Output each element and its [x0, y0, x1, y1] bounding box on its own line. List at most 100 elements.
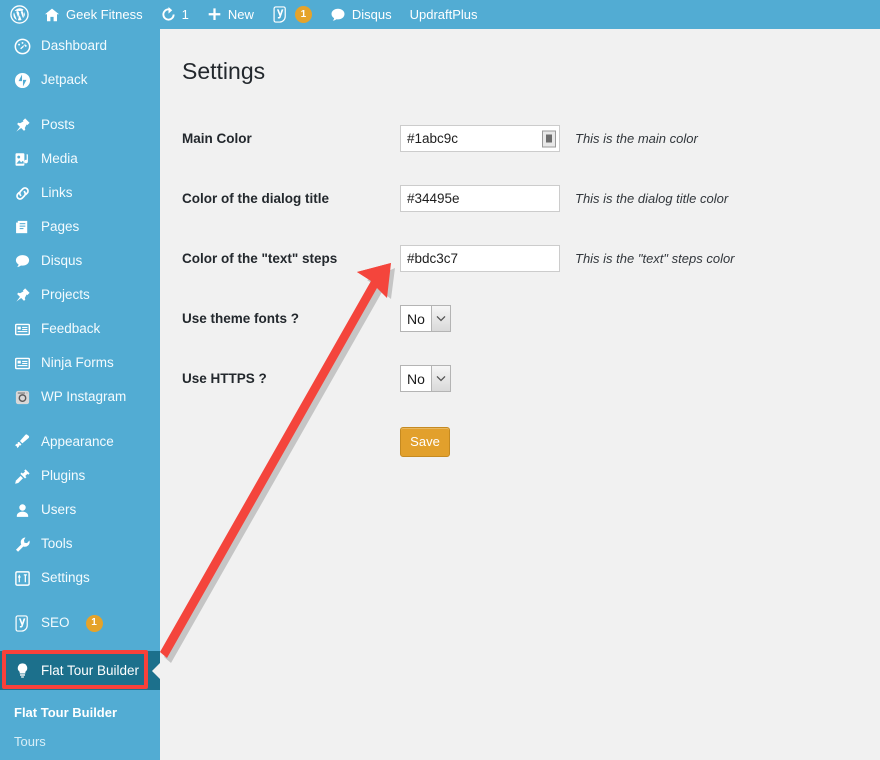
brush-icon [12, 434, 32, 451]
plus-icon [207, 7, 222, 22]
settings-row-dialog-title-color: Color of the dialog title This is the di… [182, 169, 832, 229]
chevron-down-icon[interactable] [431, 306, 450, 331]
dialog-title-color-input[interactable] [400, 185, 560, 212]
sidebar-item-posts[interactable]: Posts [0, 108, 160, 142]
text-steps-color-field-wrap [400, 245, 560, 272]
main-content: Settings Main Color This is the main col… [160, 29, 880, 760]
save-button[interactable]: Save [400, 427, 450, 457]
sidebar-item-label: Plugins [41, 469, 85, 483]
sidebar-item-dashboard[interactable]: Dashboard [0, 29, 160, 63]
field-helper-text [575, 289, 832, 349]
sidebar-item-label: Pages [41, 220, 79, 234]
sidebar-item-label: Appearance [41, 435, 114, 449]
submenu-item-flat-tour-builder[interactable]: Flat Tour Builder [12, 698, 160, 727]
comment-icon [12, 253, 32, 270]
adminbar-yoast-badge: 1 [295, 6, 312, 23]
sidebar-item-jetpack[interactable]: Jetpack [0, 63, 160, 97]
field-label: Use HTTPS ? [182, 349, 400, 409]
adminbar-updates-count: 1 [182, 8, 189, 21]
sidebar-item-users[interactable]: Users [0, 493, 160, 527]
pages-icon [12, 219, 32, 236]
submenu-item-tours[interactable]: Tours [12, 727, 160, 756]
pin-icon [12, 117, 32, 134]
sidebar-separator [0, 414, 160, 425]
chevron-down-icon[interactable] [431, 366, 450, 391]
sidebar-item-seo[interactable]: SEO 1 [0, 606, 160, 640]
submenu-item-label: Tours [14, 734, 46, 749]
media-icon [12, 151, 32, 168]
user-icon [12, 502, 32, 519]
sidebar-item-label: Tools [41, 537, 73, 551]
adminbar-item-yoast-seo[interactable]: 1 [263, 0, 321, 29]
sidebar-item-links[interactable]: Links [0, 176, 160, 210]
sidebar-item-pages[interactable]: Pages [0, 210, 160, 244]
use-theme-fonts-select[interactable]: No [400, 305, 451, 332]
adminbar-new-label: New [228, 8, 254, 21]
sidebar-item-label: SEO [41, 616, 70, 630]
page-title: Settings [160, 29, 880, 87]
lightbulb-icon [12, 662, 32, 679]
comment-icon [330, 7, 346, 23]
field-helper-text: This is the "text" steps color [575, 229, 832, 289]
main-color-field-wrap [400, 125, 560, 152]
flyout-arrow-icon [152, 662, 161, 680]
sidebar-item-wp-instagram[interactable]: WP Instagram [0, 380, 160, 414]
settings-row-use-theme-fonts: Use theme fonts ? No [182, 289, 832, 349]
use-https-select[interactable]: No [400, 365, 451, 392]
sidebar-item-flat-tour-builder[interactable]: Flat Tour Builder [0, 651, 160, 690]
updates-icon [161, 7, 176, 22]
settings-row-main-color: Main Color This is the main color [182, 109, 832, 169]
color-picker-icon[interactable] [542, 130, 556, 147]
adminbar-item-site-name[interactable]: Geek Fitness [35, 0, 152, 29]
sidebar-item-media[interactable]: Media [0, 142, 160, 176]
sidebar-item-label: Projects [41, 288, 90, 302]
field-label: Use theme fonts ? [182, 289, 400, 349]
sidebar-item-disqus[interactable]: Disqus [0, 244, 160, 278]
field-helper-text [575, 349, 832, 409]
adminbar-item-updraftplus[interactable]: UpdraftPlus [401, 0, 487, 29]
dashboard-icon [12, 38, 32, 55]
adminbar-item-wp-logo[interactable] [0, 0, 35, 29]
sidebar-item-tools[interactable]: Tools [0, 527, 160, 561]
home-icon [44, 7, 60, 23]
sidebar-item-projects[interactable]: Projects [0, 278, 160, 312]
sidebar-item-plugins[interactable]: Plugins [0, 459, 160, 493]
wrench-icon [12, 536, 32, 553]
sidebar-item-label: Media [41, 152, 78, 166]
settings-icon [12, 570, 32, 587]
link-icon [12, 185, 32, 202]
admin-sidebar: Dashboard Jetpack Posts Media Links Page… [0, 29, 160, 760]
wordpress-icon [10, 5, 29, 24]
sidebar-item-label: Disqus [41, 254, 82, 268]
sidebar-separator [0, 640, 160, 651]
main-color-input[interactable] [400, 125, 560, 152]
adminbar-item-new-content[interactable]: New [198, 0, 263, 29]
sidebar-item-label: Jetpack [41, 73, 88, 87]
adminbar-item-disqus[interactable]: Disqus [321, 0, 401, 29]
feedback-icon [12, 321, 32, 338]
instagram-icon [12, 389, 32, 406]
sidebar-item-ninja-forms[interactable]: Ninja Forms [0, 346, 160, 380]
sidebar-item-settings[interactable]: Settings [0, 561, 160, 595]
sidebar-item-feedback[interactable]: Feedback [0, 312, 160, 346]
sidebar-item-appearance[interactable]: Appearance [0, 425, 160, 459]
text-steps-color-input[interactable] [400, 245, 560, 272]
sidebar-item-label: Dashboard [41, 39, 107, 53]
forms-icon [12, 355, 32, 372]
sidebar-separator [0, 97, 160, 108]
sidebar-item-label: Feedback [41, 322, 100, 336]
sidebar-item-label: Users [41, 503, 76, 517]
sidebar-separator [0, 595, 160, 606]
settings-row-text-steps-color: Color of the "text" steps This is the "t… [182, 229, 832, 289]
settings-row-use-https: Use HTTPS ? No [182, 349, 832, 409]
adminbar-updraftplus-label: UpdraftPlus [410, 8, 478, 21]
sidebar-item-label: Links [41, 186, 73, 200]
yoast-icon [272, 6, 289, 23]
sidebar-item-label: Ninja Forms [41, 356, 114, 370]
sidebar-seo-badge: 1 [86, 615, 103, 632]
admin-bar: Geek Fitness 1 New 1 Disqus UpdraftPlus [0, 0, 880, 29]
field-label: Color of the dialog title [182, 169, 400, 229]
select-value: No [401, 306, 431, 331]
adminbar-item-updates[interactable]: 1 [152, 0, 198, 29]
field-helper-text: This is the dialog title color [575, 169, 832, 229]
